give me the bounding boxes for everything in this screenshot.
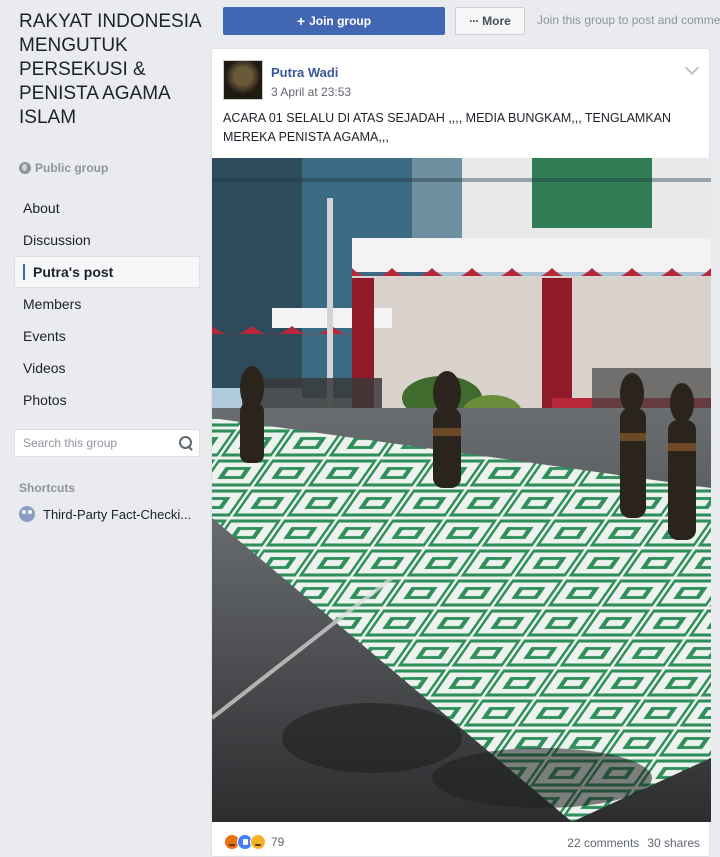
group-privacy: Public group	[19, 161, 108, 175]
nav-item-events[interactable]: Events	[14, 320, 200, 352]
chevron-down-icon[interactable]	[684, 60, 700, 76]
more-dots-icon: ···	[469, 14, 479, 28]
post-stats: 22 comments 30 shares	[567, 836, 700, 850]
left-sidebar: RAKYAT INDONESIA MENGUTUK PERSEKUSI & PE…	[0, 0, 212, 857]
nav-item-members[interactable]: Members	[14, 288, 200, 320]
nav-item-label: Putra's post	[33, 264, 114, 280]
post-photo[interactable]	[212, 158, 711, 822]
nav-item-label: About	[23, 200, 60, 216]
nav-item-label: Events	[23, 328, 66, 344]
nav-item-putras-post[interactable]: Putra's post	[14, 256, 200, 288]
shortcut-item[interactable]: Third-Party Fact-Checki...	[19, 506, 204, 522]
nav-item-photos[interactable]: Photos	[14, 384, 200, 416]
post-card: Putra Wadi 3 April at 23:53 ACARA 01 SEL…	[211, 48, 711, 857]
dance-photo	[212, 158, 711, 822]
search-input[interactable]	[23, 436, 179, 450]
group-search	[14, 429, 200, 457]
join-group-button[interactable]: + Join group	[223, 7, 445, 35]
nav-item-about[interactable]: About	[14, 192, 200, 224]
group-nav: About Discussion Putra's post Members Ev…	[14, 192, 200, 416]
shares-link[interactable]: 30 shares	[647, 836, 700, 850]
nav-item-label: Videos	[23, 360, 66, 376]
reaction-count: 79	[271, 835, 285, 849]
group-title[interactable]: RAKYAT INDONESIA MENGUTUK PERSEKUSI & PE…	[19, 10, 204, 130]
group-action-bar: + Join group ··· More Join this group to…	[212, 0, 720, 40]
join-hint-text: Join this group to post and comme	[537, 13, 720, 27]
sad-reaction-icon	[250, 834, 266, 850]
join-group-label: Join group	[309, 14, 372, 28]
comments-link[interactable]: 22 comments	[567, 836, 639, 850]
nav-item-label: Discussion	[23, 232, 91, 248]
post-text: ACARA 01 SELALU DI ATAS SEJADAH ,,,, MED…	[223, 111, 672, 144]
group-icon	[19, 506, 35, 522]
shortcut-label: Third-Party Fact-Checki...	[43, 506, 192, 522]
post-timestamp[interactable]: 3 April at 23:53	[271, 85, 351, 99]
reactions-summary[interactable]: 79	[224, 834, 284, 850]
more-button[interactable]: ··· More	[455, 7, 525, 35]
active-indicator	[23, 264, 25, 280]
shortcuts-heading: Shortcuts	[19, 481, 76, 495]
post-footer: 79 22 comments 30 shares	[212, 822, 711, 857]
more-label: More	[482, 14, 511, 28]
search-icon[interactable]	[179, 436, 193, 450]
nav-item-label: Photos	[23, 392, 67, 408]
plus-icon: +	[296, 13, 306, 29]
post-author[interactable]: Putra Wadi	[271, 65, 338, 80]
nav-item-label: Members	[23, 296, 82, 312]
globe-icon	[19, 162, 31, 174]
avatar[interactable]	[223, 60, 263, 100]
group-privacy-label: Public group	[35, 161, 109, 175]
nav-item-discussion[interactable]: Discussion	[14, 224, 200, 256]
nav-item-videos[interactable]: Videos	[14, 352, 200, 384]
